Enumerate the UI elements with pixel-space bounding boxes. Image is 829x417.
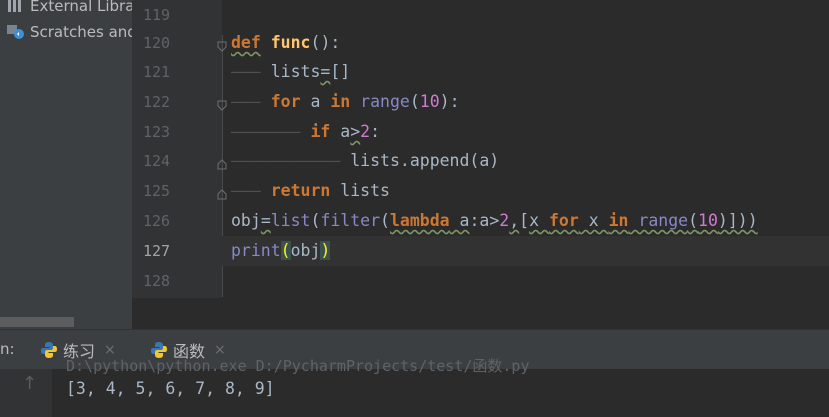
- console-command-line: D:\python\python.exe D:/PycharmProjects/…: [66, 357, 530, 375]
- fold-marker-icon[interactable]: [217, 96, 227, 111]
- line-number: 125: [143, 182, 171, 200]
- code-text: ——— for a in range(10):: [231, 92, 460, 111]
- fold-marker-icon[interactable]: [217, 155, 227, 170]
- line-number: 120: [143, 34, 171, 52]
- console-toolbar: ↑: [0, 369, 52, 417]
- project-panel: External Libraries Scratches and Console…: [0, 0, 132, 329]
- code-text: ——— lists=[]: [231, 62, 351, 81]
- code-text: obj=list(filter(lambda a:a>2,[x for x in…: [231, 211, 758, 230]
- project-item-label: Scratches and Consoles: [30, 23, 132, 41]
- code-line[interactable]: 126 obj=list(filter(lambda a:a>2,[x for …: [132, 206, 829, 236]
- scroll-up-arrow-icon[interactable]: ↑: [22, 373, 37, 394]
- library-icon: [6, 0, 26, 14]
- line-number: 122: [143, 93, 171, 111]
- project-item-scratches[interactable]: Scratches and Consoles: [6, 20, 132, 44]
- code-line[interactable]: 123 ——————— if a>2:: [132, 117, 829, 147]
- line-number: 124: [143, 152, 171, 170]
- code-line[interactable]: 120 def func():: [132, 28, 829, 58]
- code-text: ——————— if a>2:: [231, 122, 381, 141]
- line-number: 126: [143, 212, 171, 230]
- code-line-current[interactable]: 127 print(obj): [132, 236, 829, 266]
- python-icon: [40, 341, 58, 359]
- code-text: ——————————— lists.append(a): [231, 151, 500, 170]
- code-text: def func():: [231, 33, 341, 52]
- code-line[interactable]: 121 ——— lists=[]: [132, 57, 829, 87]
- code-line[interactable]: 124 ——————————— lists.append(a): [132, 146, 829, 176]
- horizontal-scrollbar[interactable]: [0, 317, 74, 327]
- code-text: ——— return lists: [231, 181, 390, 200]
- fold-marker-icon[interactable]: [217, 37, 227, 52]
- editor-footer: [132, 298, 829, 329]
- code-line[interactable]: 122 ——— for a in range(10):: [132, 87, 829, 117]
- line-number: 119: [143, 6, 171, 24]
- project-item-external-libraries[interactable]: External Libraries: [6, 0, 132, 18]
- run-label: n:: [0, 340, 15, 358]
- run-console[interactable]: ↑ D:\python\python.exe D:/PycharmProject…: [0, 357, 829, 417]
- project-item-label: External Libraries: [30, 0, 132, 15]
- fold-marker-icon[interactable]: [217, 185, 227, 200]
- line-number: 121: [143, 63, 171, 81]
- line-number: 127: [132, 236, 222, 266]
- scratches-icon: [6, 24, 26, 40]
- code-line[interactable]: 128: [132, 266, 829, 296]
- line-number: 123: [143, 123, 171, 141]
- code-line[interactable]: 119: [132, 0, 829, 30]
- code-line[interactable]: 125 ——— return lists: [132, 176, 829, 206]
- line-number: 128: [143, 272, 171, 290]
- code-text: print(obj): [231, 241, 331, 260]
- console-output: [3, 4, 5, 6, 7, 8, 9]: [66, 379, 275, 398]
